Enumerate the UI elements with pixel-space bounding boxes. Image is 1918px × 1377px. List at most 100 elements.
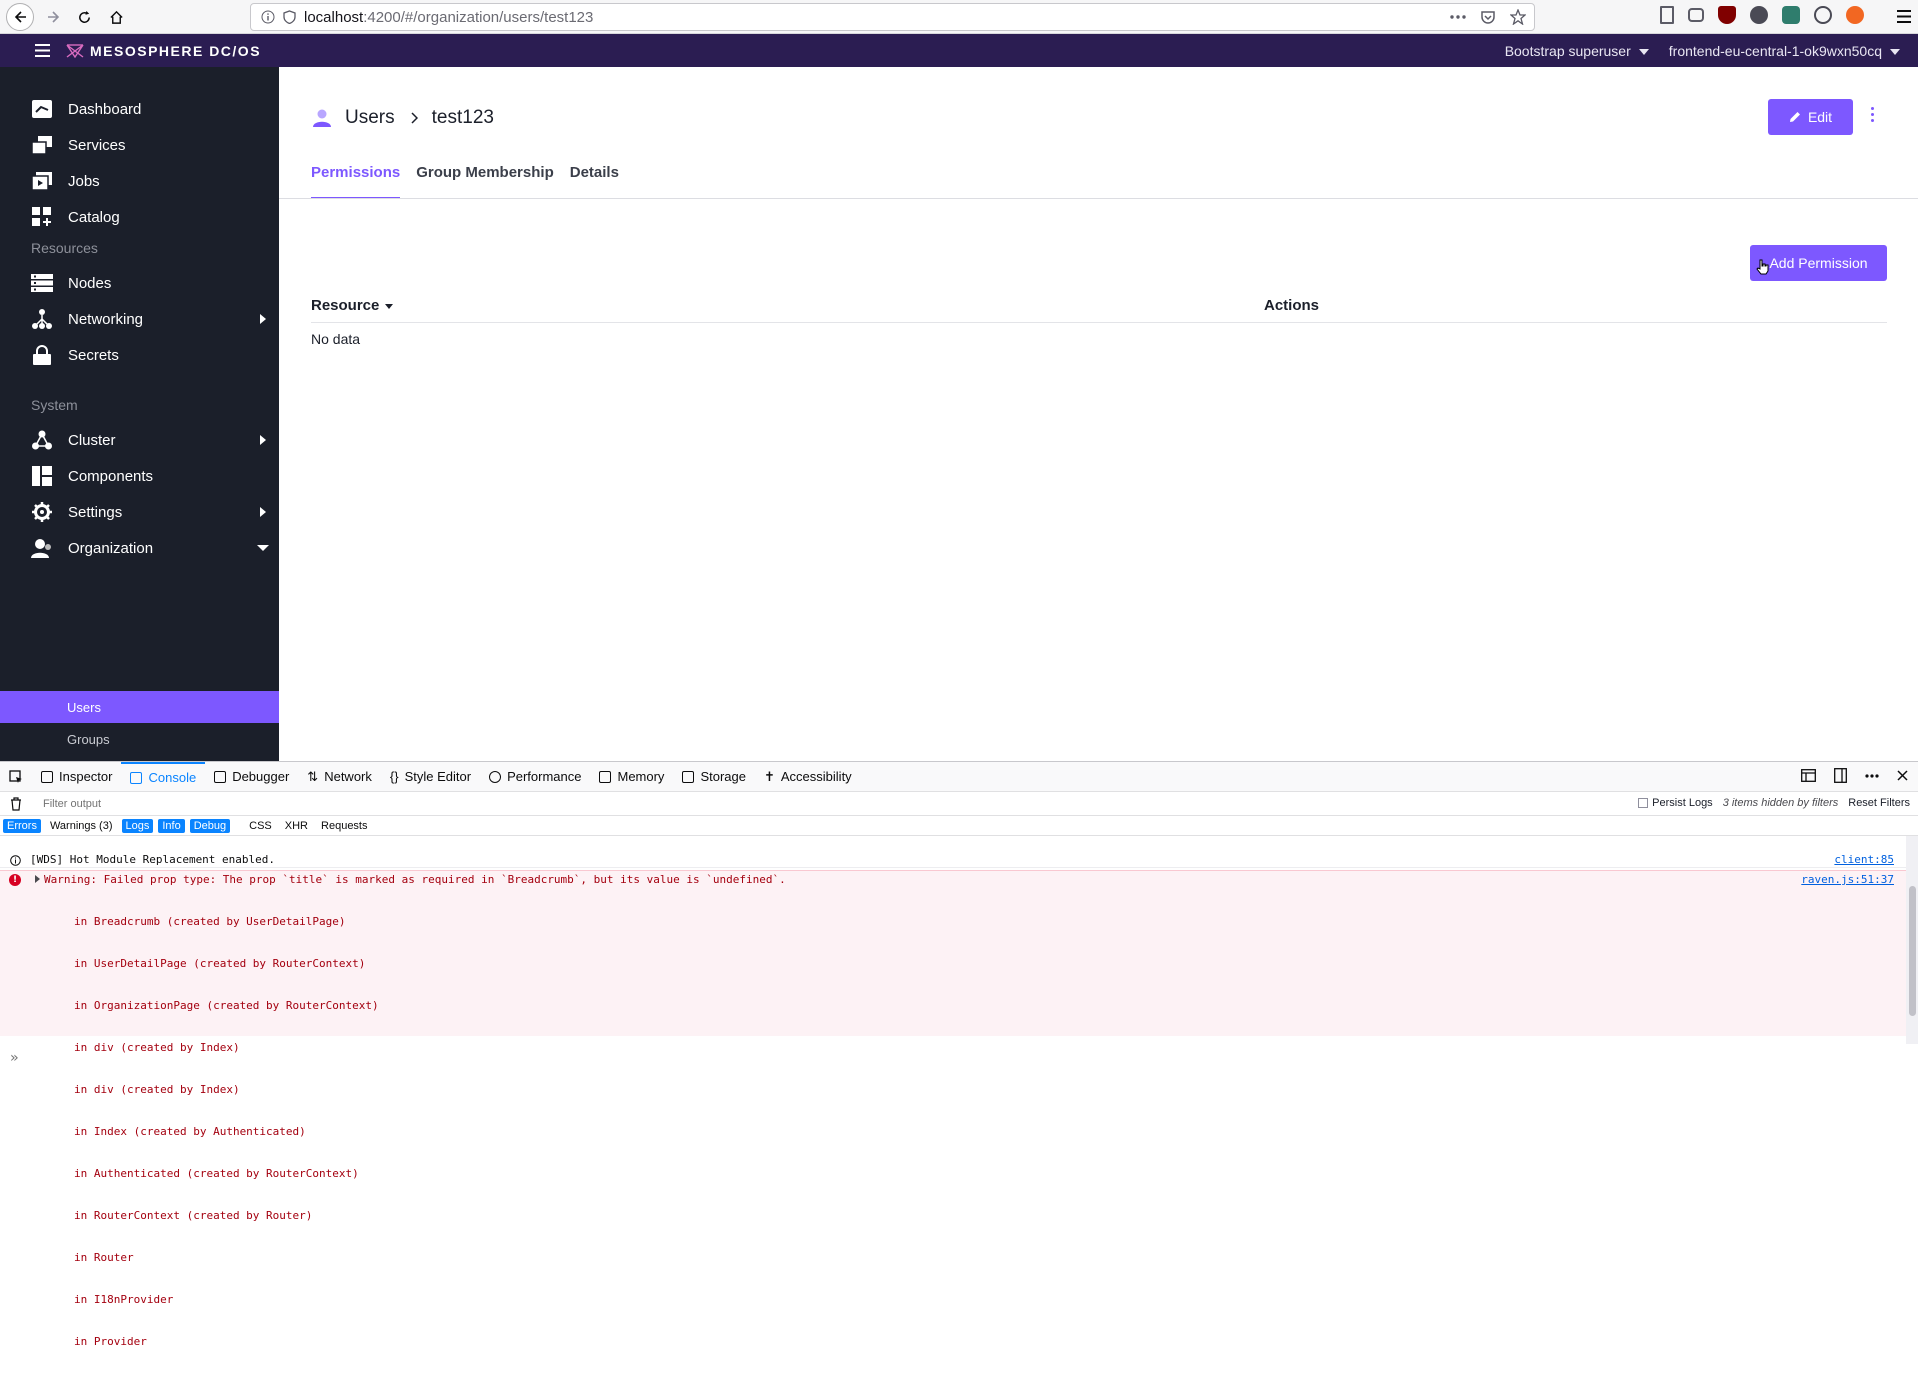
sidebar-item-jobs[interactable]: Jobs xyxy=(0,163,279,199)
tab-bar: Permissions Group Membership Details xyxy=(311,164,619,199)
menu-icon[interactable] xyxy=(1897,10,1911,23)
library-icon[interactable] xyxy=(1660,6,1674,24)
sidebar-item-networking[interactable]: Networking xyxy=(0,301,279,337)
filter-xhr[interactable]: XHR xyxy=(281,819,312,833)
add-permission-label: Add Permission xyxy=(1769,255,1868,271)
sidebar-item-dashboard[interactable]: Dashboard xyxy=(0,91,279,127)
tab-details[interactable]: Details xyxy=(570,164,619,199)
edit-button[interactable]: Edit xyxy=(1768,99,1853,135)
sidebar-item-nodes[interactable]: Nodes xyxy=(0,265,279,301)
element-picker[interactable] xyxy=(0,762,32,792)
more-options-icon[interactable] xyxy=(1865,773,1879,778)
brand-name: MESOSPHERE DC/OS xyxy=(90,42,262,59)
filter-warnings[interactable]: Warnings (3) xyxy=(46,819,117,833)
console-scrollbar[interactable] xyxy=(1906,836,1918,1044)
user-group-icon xyxy=(31,539,51,558)
brand[interactable]: MESOSPHERE DC/OS xyxy=(66,43,261,59)
page-actions-icon[interactable] xyxy=(1450,15,1466,19)
sidebar-item-cluster[interactable]: Cluster xyxy=(0,422,279,458)
filter-css[interactable]: CSS xyxy=(245,819,276,833)
reset-filters-button[interactable]: Reset Filters xyxy=(1848,797,1910,809)
sidebar-toggle-icon[interactable] xyxy=(1688,8,1704,22)
devtools-tab-performance[interactable]: Performance xyxy=(480,762,590,792)
table-header-divider xyxy=(311,322,1887,323)
devtools-tab-style-editor[interactable]: {} Style Editor xyxy=(381,762,480,792)
url-bar[interactable]: localhost:4200/#/organization/users/test… xyxy=(250,3,1535,31)
devtools-tab-accessibility[interactable]: ✝ Accessibility xyxy=(755,762,861,792)
filter-requests[interactable]: Requests xyxy=(317,819,371,833)
scrollbar-thumb[interactable] xyxy=(1909,886,1916,1016)
add-permission-button[interactable]: Add Permission xyxy=(1750,245,1887,281)
filter-errors[interactable]: Errors xyxy=(3,818,41,833)
filter-debug[interactable]: Debug xyxy=(189,818,231,833)
chevron-right-icon xyxy=(260,314,266,324)
hamburger-icon[interactable] xyxy=(35,44,50,57)
empty-table-message: No data xyxy=(311,331,361,347)
close-icon[interactable] xyxy=(1897,770,1908,781)
devtools-panel: Inspector Console Debugger ⇅ Network {} St… xyxy=(0,761,1918,1348)
console-input[interactable]: » xyxy=(10,1050,18,1066)
user-icon xyxy=(313,109,331,127)
devtools-tab-storage[interactable]: Storage xyxy=(673,762,755,792)
devtools-tab-memory[interactable]: Memory xyxy=(590,762,673,792)
forward-button[interactable] xyxy=(40,3,68,31)
sidebar-section-resources: Resources xyxy=(31,240,98,256)
extension-orange-icon[interactable] xyxy=(1846,6,1864,24)
tab-group-membership[interactable]: Group Membership xyxy=(416,164,554,199)
devtools-tab-debugger[interactable]: Debugger xyxy=(205,762,298,792)
tab-permissions[interactable]: Permissions xyxy=(311,164,401,199)
user-menu[interactable]: Bootstrap superuser xyxy=(1505,43,1649,59)
extension-mask-icon[interactable] xyxy=(1750,6,1768,24)
sidebar-subitem-users[interactable]: Users xyxy=(0,691,279,723)
sidebar-item-label: Cluster xyxy=(68,431,116,449)
ublock-icon[interactable] xyxy=(1718,6,1736,24)
stack-line: in I18nProvider xyxy=(74,1293,174,1306)
main-content: Users test123 Edit Permissions Group Mem… xyxy=(279,67,1918,761)
chevron-down-icon xyxy=(1890,48,1900,55)
memory-chip-icon xyxy=(599,770,612,783)
filter-output-input[interactable]: Filter output xyxy=(43,798,101,810)
networking-icon xyxy=(32,309,52,329)
lock-icon xyxy=(33,345,51,365)
console-source-link[interactable]: raven.js:51:37 xyxy=(1801,873,1894,886)
split-console-icon[interactable] xyxy=(1801,769,1816,782)
sidebar-item-label: Catalog xyxy=(68,208,120,226)
braces-icon: {} xyxy=(389,769,399,784)
breadcrumb-users-link[interactable]: Users xyxy=(345,107,395,129)
back-button[interactable] xyxy=(6,3,34,31)
sidebar-subitem-groups[interactable]: Groups xyxy=(0,723,279,755)
browser-toolbar: localhost:4200/#/organization/users/test… xyxy=(0,0,1918,34)
sidebar-item-catalog[interactable]: Catalog xyxy=(0,199,279,235)
stack-line: in Router xyxy=(74,1251,134,1264)
filter-logs[interactable]: Logs xyxy=(121,818,154,833)
console-level-filters: Errors Warnings (3) Logs Info Debug CSS … xyxy=(0,816,1918,836)
column-header-label: Resource xyxy=(311,297,380,314)
sidebar-item-services[interactable]: Services xyxy=(0,127,279,163)
devtools-tab-network[interactable]: ⇅ Network xyxy=(298,762,381,792)
more-options-icon[interactable] xyxy=(1868,107,1876,127)
pocket-icon[interactable] xyxy=(1480,9,1496,25)
reload-button[interactable] xyxy=(70,3,98,31)
sidebar-item-organization[interactable]: Organization xyxy=(0,530,279,566)
console-prompt-icon: » xyxy=(10,1050,19,1066)
persist-logs-checkbox[interactable]: Persist Logs xyxy=(1638,797,1713,809)
account-icon[interactable] xyxy=(1814,6,1832,24)
home-button[interactable] xyxy=(102,3,130,31)
error-stack-trace: in Breadcrumb (created by UserDetailPage… xyxy=(74,887,379,1377)
expand-toggle-icon[interactable] xyxy=(35,875,40,883)
components-icon xyxy=(32,466,52,486)
trash-icon[interactable] xyxy=(10,797,22,811)
sidebar-item-secrets[interactable]: Secrets xyxy=(0,337,279,373)
column-header-resource[interactable]: Resource xyxy=(311,297,394,314)
bookmark-star-icon[interactable] xyxy=(1510,9,1526,25)
dock-icon[interactable] xyxy=(1834,768,1847,783)
devtools-tab-inspector[interactable]: Inspector xyxy=(32,762,121,792)
sidebar-item-settings[interactable]: Settings xyxy=(0,494,279,530)
sidebar-item-components[interactable]: Components xyxy=(0,458,279,494)
chevron-down-icon xyxy=(1638,48,1649,55)
cluster-menu[interactable]: frontend-eu-central-1-ok9wxn50cq xyxy=(1669,43,1900,59)
console-source-link[interactable]: client:85 xyxy=(1834,853,1894,866)
filter-info[interactable]: Info xyxy=(158,818,185,833)
devtools-tab-console[interactable]: Console xyxy=(121,761,206,792)
extension-s-icon[interactable] xyxy=(1782,6,1800,24)
